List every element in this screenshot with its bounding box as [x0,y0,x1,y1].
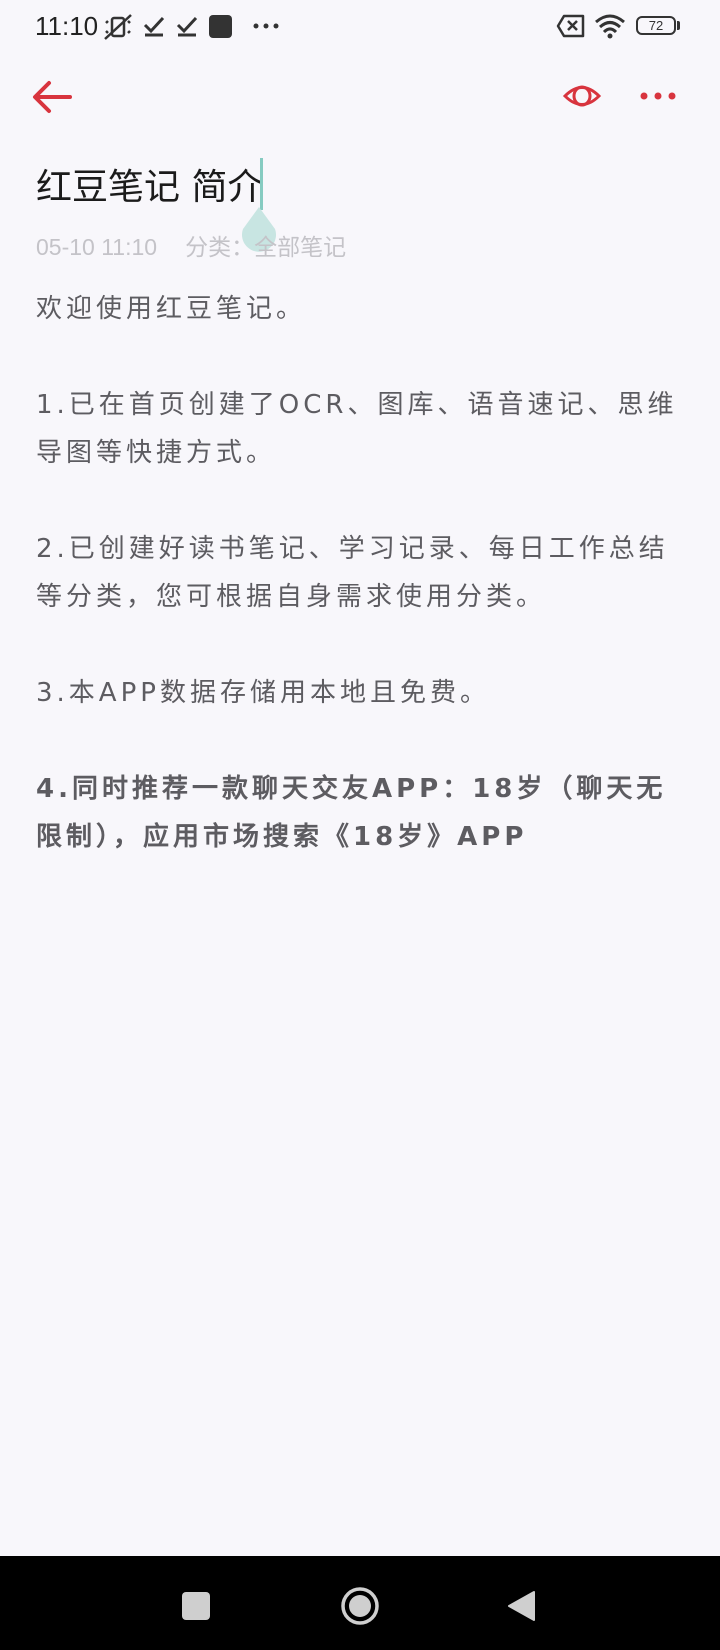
system-nav-bar [0,1556,720,1650]
note-title-input[interactable]: 红豆笔记 简介 [36,158,263,210]
note-paragraph: 3.本APP数据存储用本地且免费。 [36,678,490,708]
note-date: 05-10 11:10 [36,234,158,260]
mute-vibrate-icon [104,14,132,40]
preview-eye-button[interactable] [562,78,602,114]
status-bar: 11:10 72 [0,0,720,54]
status-time: 11:10 [35,11,99,41]
recents-square-icon[interactable] [182,1592,210,1620]
note-paragraph-bold: 4.同时推荐一款聊天交友APP：18岁（聊天无限制），应用市场搜索《18岁》AP… [36,774,667,852]
note-meta: 05-10 11:10 分类：全部笔记 [36,228,346,262]
more-dots-icon [253,23,279,29]
battery-icon: 72 [636,16,676,35]
note-paragraph: 1.已在首页创建了OCR、图库、语音速记、思维导图等快捷方式。 [36,390,678,468]
more-options-button[interactable] [638,88,678,104]
category-value[interactable]: 全部笔记 [254,228,346,262]
battery-tip [677,21,680,30]
back-arrow-button[interactable] [30,78,74,116]
note-paragraph: 欢迎使用红豆笔记。 [36,294,307,324]
home-circle-icon[interactable] [340,1586,380,1626]
note-paragraph: 2.已创建好读书笔记、学习记录、每日工作总结等分类，您可根据自身需求使用分类。 [36,534,669,612]
no-sim-icon [556,14,585,38]
wifi-icon [595,14,625,39]
check-icon [176,16,198,37]
back-triangle-icon[interactable] [506,1590,536,1622]
check-icon [143,16,165,37]
category-label: 分类： [185,234,255,260]
text-cursor [260,158,263,210]
app-square-icon [209,15,232,38]
note-editor-screen: 11:10 72 红豆笔记 简介 05-10 11:10 分类：全部笔记 欢迎使… [0,0,720,1650]
note-body[interactable]: 欢迎使用红豆笔记。 1.已在首页创建了OCR、图库、语音速记、思维导图等快捷方式… [36,285,686,909]
